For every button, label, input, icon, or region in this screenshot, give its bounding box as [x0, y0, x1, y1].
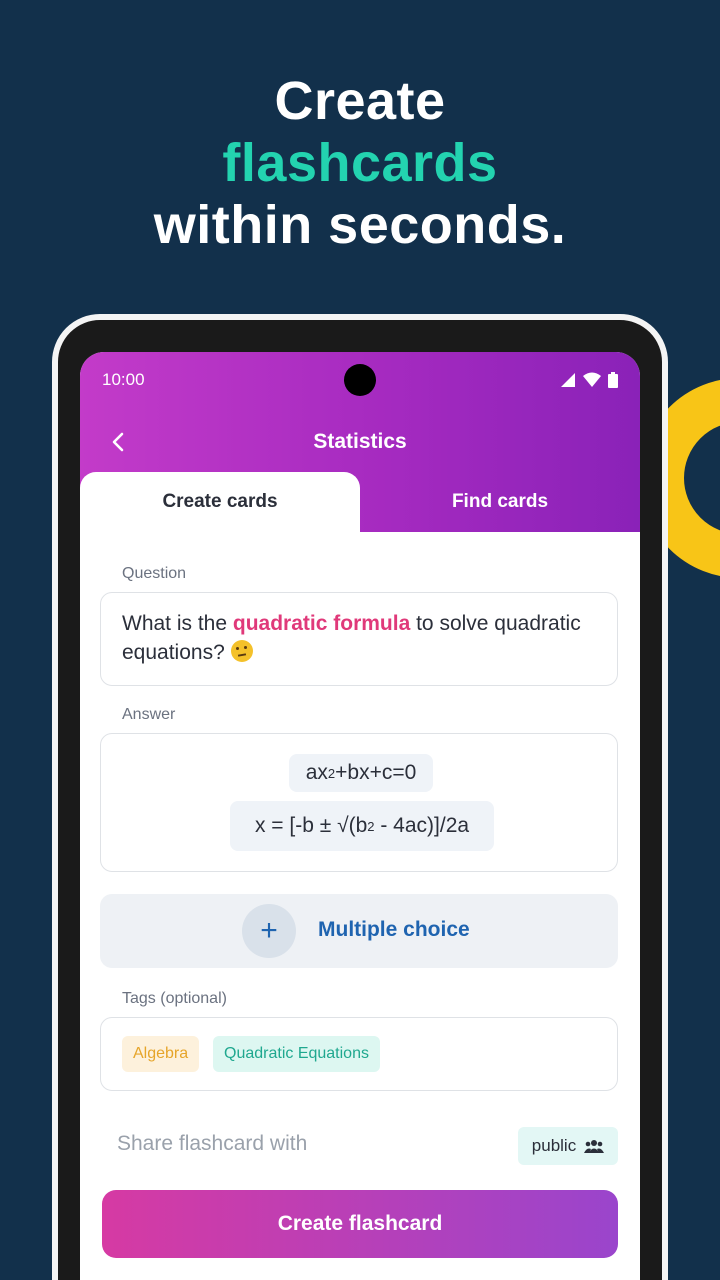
wifi-icon	[583, 372, 601, 387]
question-text-start: What is the	[122, 612, 233, 635]
tags-label: Tags (optional)	[122, 990, 227, 1007]
tab-bar: Create cards Find cards	[80, 472, 640, 532]
page-title: Statistics	[313, 430, 407, 453]
share-visibility-selector[interactable]: public	[518, 1127, 618, 1165]
plus-icon: +	[242, 904, 296, 958]
equation-1-base: ax	[305, 761, 328, 784]
equation-2-end: - 4ac)]/2a	[374, 814, 470, 837]
question-label: Question	[122, 565, 187, 582]
create-flashcard-button[interactable]: Create flashcard	[102, 1190, 618, 1258]
app-store-screenshot: Create flashcards within seconds. 10:00 …	[0, 0, 720, 1280]
question-text: What is the quadratic formula to solve q…	[122, 609, 592, 667]
camera-cutout	[344, 364, 376, 396]
equation-2-start: x = [-b ± √(b	[254, 814, 368, 837]
multiple-choice-label: Multiple choice	[318, 918, 470, 941]
signal-icon	[561, 373, 575, 387]
tags-field[interactable]: Algebra Quadratic Equations	[100, 1017, 618, 1091]
tab-find-cards[interactable]: Find cards	[360, 472, 640, 532]
share-label: Share flashcard with	[117, 1132, 308, 1155]
app-header: 10:00 Statistics Create cards Find cards	[80, 352, 640, 532]
headline-line-1: Create	[274, 71, 446, 131]
answer-label: Answer	[122, 706, 176, 723]
equation-1-rest: +bx+c=0	[335, 761, 417, 784]
thinking-face-icon	[230, 640, 253, 662]
headline-line-3: within seconds.	[153, 195, 567, 255]
equation-2-exponent: 2	[367, 818, 375, 834]
share-visibility-value: public	[531, 1136, 577, 1155]
answer-equation-1: ax 2 +bx+c=0	[289, 754, 433, 792]
status-time: 10:00	[102, 370, 145, 389]
tag-algebra[interactable]: Algebra	[122, 1036, 200, 1072]
battery-icon	[608, 372, 618, 388]
promo-headline: Create flashcards within seconds.	[0, 70, 720, 256]
answer-field[interactable]: ax 2 +bx+c=0 x = [-b ± √(b 2 - 4ac)]/2a	[100, 733, 618, 872]
tab-create-cards[interactable]: Create cards	[80, 472, 360, 532]
question-field[interactable]: What is the quadratic formula to solve q…	[100, 592, 618, 686]
add-multiple-choice-button[interactable]: + Multiple choice	[100, 894, 618, 968]
equation-1-exponent: 2	[327, 765, 336, 781]
headline-line-2: flashcards	[222, 133, 498, 193]
status-icons	[560, 370, 618, 390]
question-highlight: quadratic formula	[232, 612, 411, 635]
tag-quadratic-equations[interactable]: Quadratic Equations	[213, 1036, 380, 1072]
group-icon	[584, 1140, 605, 1153]
phone-screen: 10:00 Statistics Create cards Find cards…	[80, 352, 640, 1280]
answer-equation-2: x = [-b ± √(b 2 - 4ac)]/2a	[230, 801, 494, 851]
